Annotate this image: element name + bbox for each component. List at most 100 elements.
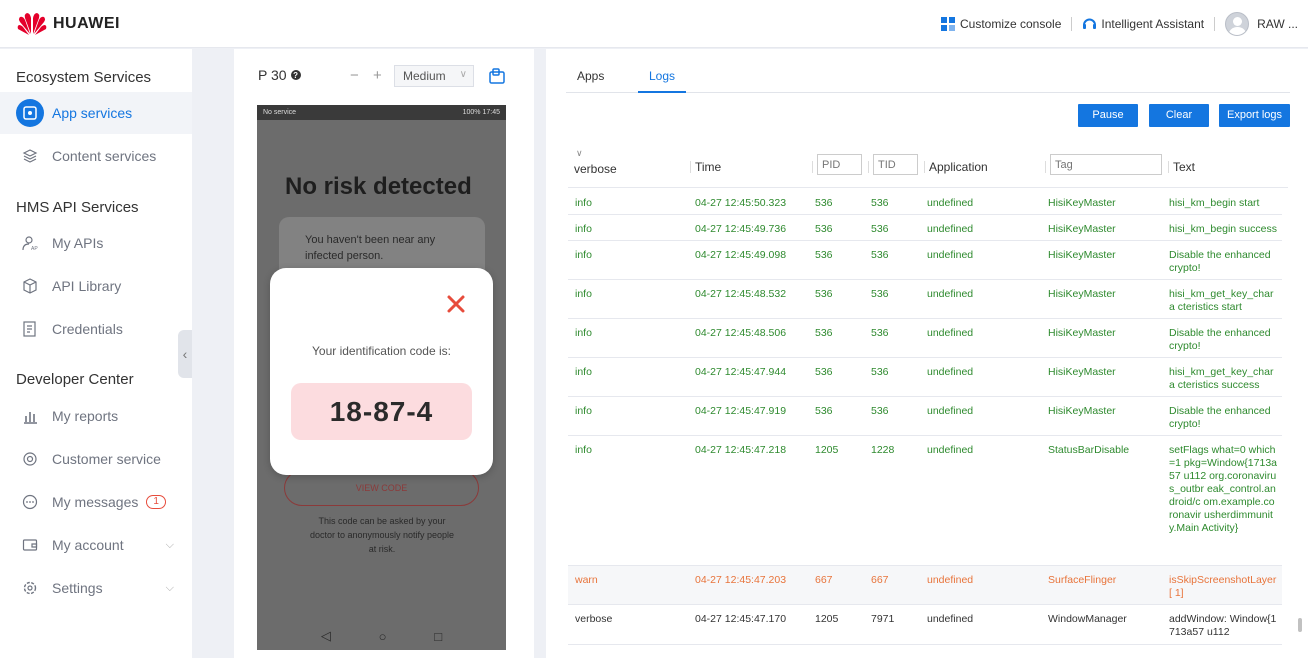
user-menu[interactable]: RAW ... xyxy=(1215,12,1308,36)
tag-filter-input[interactable] xyxy=(1050,154,1162,175)
log-cell-tid: 536 xyxy=(871,366,889,378)
zoom-in-button[interactable]: + xyxy=(373,67,382,84)
sidebar-item-my-messages[interactable]: My messages 1 xyxy=(0,481,192,523)
sidebar-item-label: App services xyxy=(52,105,133,121)
intelligent-assistant-button[interactable]: Intelligent Assistant xyxy=(1072,17,1214,31)
log-row[interactable]: info 04-27 12:45:47.944 536 536 undefined His… xyxy=(568,358,1282,397)
clear-button[interactable]: Clear xyxy=(1149,104,1209,127)
log-cell-level: info xyxy=(575,223,592,235)
col-time: Time xyxy=(695,160,722,174)
log-cell-tid: 1228 xyxy=(871,444,895,456)
zoom-out-button[interactable]: − xyxy=(350,67,359,84)
view-code-button[interactable]: VIEW CODE xyxy=(284,470,479,506)
tab-logs[interactable]: Logs xyxy=(638,69,687,93)
sidebar-item-label: API Library xyxy=(52,278,122,294)
column-divider xyxy=(690,161,691,173)
chevron-down-icon: ∨ xyxy=(576,148,583,158)
log-cell-pid: 536 xyxy=(815,197,833,209)
pause-button[interactable]: Pause xyxy=(1078,104,1138,127)
log-row[interactable]: info 04-27 12:45:50.323 536 536 undefined His… xyxy=(568,189,1282,215)
sidebar-item-settings[interactable]: Settings ⌵ xyxy=(0,567,192,609)
app-services-icon xyxy=(16,99,44,127)
log-cell-text: hisi_km_begin start xyxy=(1169,197,1260,209)
phone-note: This code can be asked by your doctor to… xyxy=(309,516,455,554)
log-cell-text: hisi_km_get_key_chara cteristics start xyxy=(1169,288,1274,313)
log-cell-pid: 536 xyxy=(815,249,833,261)
rotate-screen-icon[interactable] xyxy=(488,67,506,85)
sidebar-item-customer-service[interactable]: Customer service xyxy=(0,438,192,480)
status-right: 100% 17:45 xyxy=(462,109,500,116)
log-cell-app: undefined xyxy=(927,613,974,625)
sidebar-item-my-apis[interactable]: API My APIs xyxy=(0,222,192,264)
sidebar-item-credentials[interactable]: Credentials xyxy=(0,308,192,350)
log-cell-app: undefined xyxy=(927,444,974,456)
device-model: P 30 ? xyxy=(258,67,301,83)
help-icon[interactable]: ? xyxy=(290,70,301,80)
sidebar-item-content-services[interactable]: Content services xyxy=(0,135,192,177)
log-cell-tid: 536 xyxy=(871,327,889,339)
recents-icon[interactable]: □ xyxy=(434,629,442,644)
tid-filter-input[interactable] xyxy=(873,154,918,175)
log-cell-pid: 667 xyxy=(815,574,833,586)
sidebar-item-my-reports[interactable]: My reports xyxy=(0,395,192,437)
customize-console-button[interactable]: Customize console xyxy=(931,17,1071,31)
intelligent-assistant-label: Intelligent Assistant xyxy=(1101,17,1205,31)
log-cell-pid: 536 xyxy=(815,405,833,417)
log-cell-level: warn xyxy=(575,574,598,586)
logs-panel: Apps Logs Pause Clear Export logs verbos… xyxy=(546,49,1308,658)
sidebar-item-api-library[interactable]: API Library xyxy=(0,265,192,307)
page-scrollbar[interactable] xyxy=(1298,618,1302,632)
sidebar-item-my-account[interactable]: My account ⌵ xyxy=(0,524,192,566)
section-developer-center: Developer Center xyxy=(16,371,134,388)
log-row[interactable]: warn 04-27 12:45:47.203 667 667 undefined Sur… xyxy=(568,566,1282,605)
log-row[interactable]: verbose 04-27 12:45:47.170 1205 7971 undefin… xyxy=(568,605,1282,645)
customize-console-label: Customize console xyxy=(959,17,1062,31)
top-bar: HUAWEI Customize console Intelligent Ass… xyxy=(0,0,1308,48)
back-icon[interactable]: ◁ xyxy=(321,628,331,644)
log-level-select[interactable]: verbose xyxy=(572,159,654,180)
export-logs-button[interactable]: Export logs xyxy=(1219,104,1290,127)
log-cell-tag: StatusBarDisable xyxy=(1048,444,1130,456)
identification-code-label: Your identification code is: xyxy=(312,344,451,358)
bar-chart-icon xyxy=(22,408,38,424)
tab-apps[interactable]: Apps xyxy=(577,69,604,93)
huawei-flower-icon xyxy=(17,13,47,35)
phone-nav-bar: ◁ ○ □ xyxy=(257,622,506,650)
log-cell-text: Disable the enhanced crypto! xyxy=(1169,405,1271,430)
log-cell-tag: SurfaceFlinger xyxy=(1048,574,1117,586)
log-cell-level: verbose xyxy=(575,613,613,625)
log-cell-level: info xyxy=(575,288,592,300)
column-divider xyxy=(1168,161,1169,173)
sidebar: Ecosystem Services App services Content … xyxy=(0,49,192,658)
close-icon[interactable] xyxy=(446,294,466,314)
log-row[interactable]: info 04-27 12:45:49.098 536 536 undefined His… xyxy=(568,241,1282,280)
log-cell-text: setFlags what=0 which=1 pkg=Window{1713a… xyxy=(1169,444,1277,534)
home-icon[interactable]: ○ xyxy=(379,629,387,644)
huawei-logo[interactable]: HUAWEI xyxy=(17,12,120,36)
message-count-badge: 1 xyxy=(146,495,166,509)
zoom-select[interactable]: Medium ∨ xyxy=(394,65,474,87)
column-divider xyxy=(1045,161,1046,173)
svg-text:API: API xyxy=(31,246,38,251)
chevron-left-icon: ‹ xyxy=(182,346,188,362)
sidebar-item-label: Credentials xyxy=(52,321,123,337)
log-cell-tag: HisiKeyMaster xyxy=(1048,223,1116,235)
log-row[interactable]: info 04-27 12:45:48.532 536 536 undefined His… xyxy=(568,280,1282,319)
log-cell-time: 04-27 12:45:49.736 xyxy=(695,223,787,235)
log-row[interactable]: info 04-27 12:45:49.736 536 536 undefined His… xyxy=(568,215,1282,241)
card-text: You haven't been near any infected perso… xyxy=(305,234,436,262)
sidebar-collapse-toggle[interactable]: ‹ xyxy=(178,330,192,378)
log-cell-time: 04-27 12:45:50.323 xyxy=(695,197,787,209)
log-cell-tid: 536 xyxy=(871,197,889,209)
pid-filter-input[interactable] xyxy=(817,154,862,175)
log-row[interactable]: info 04-27 12:45:47.218 1205 1228 undefined S… xyxy=(568,436,1282,566)
log-cell-time: 04-27 12:45:47.170 xyxy=(695,613,787,625)
log-row[interactable]: info 04-27 12:45:47.919 536 536 undefined His… xyxy=(568,397,1282,436)
log-cell-time: 04-27 12:45:47.218 xyxy=(695,444,787,456)
log-cell-pid: 1205 xyxy=(815,613,839,625)
section-ecosystem-services: Ecosystem Services xyxy=(16,69,152,86)
log-cell-level: info xyxy=(575,444,592,456)
sidebar-item-app-services[interactable]: App services xyxy=(0,92,192,134)
log-row[interactable]: info 04-27 12:45:48.506 536 536 undefined His… xyxy=(568,319,1282,358)
log-cell-text: Disable the enhanced crypto! xyxy=(1169,249,1271,274)
